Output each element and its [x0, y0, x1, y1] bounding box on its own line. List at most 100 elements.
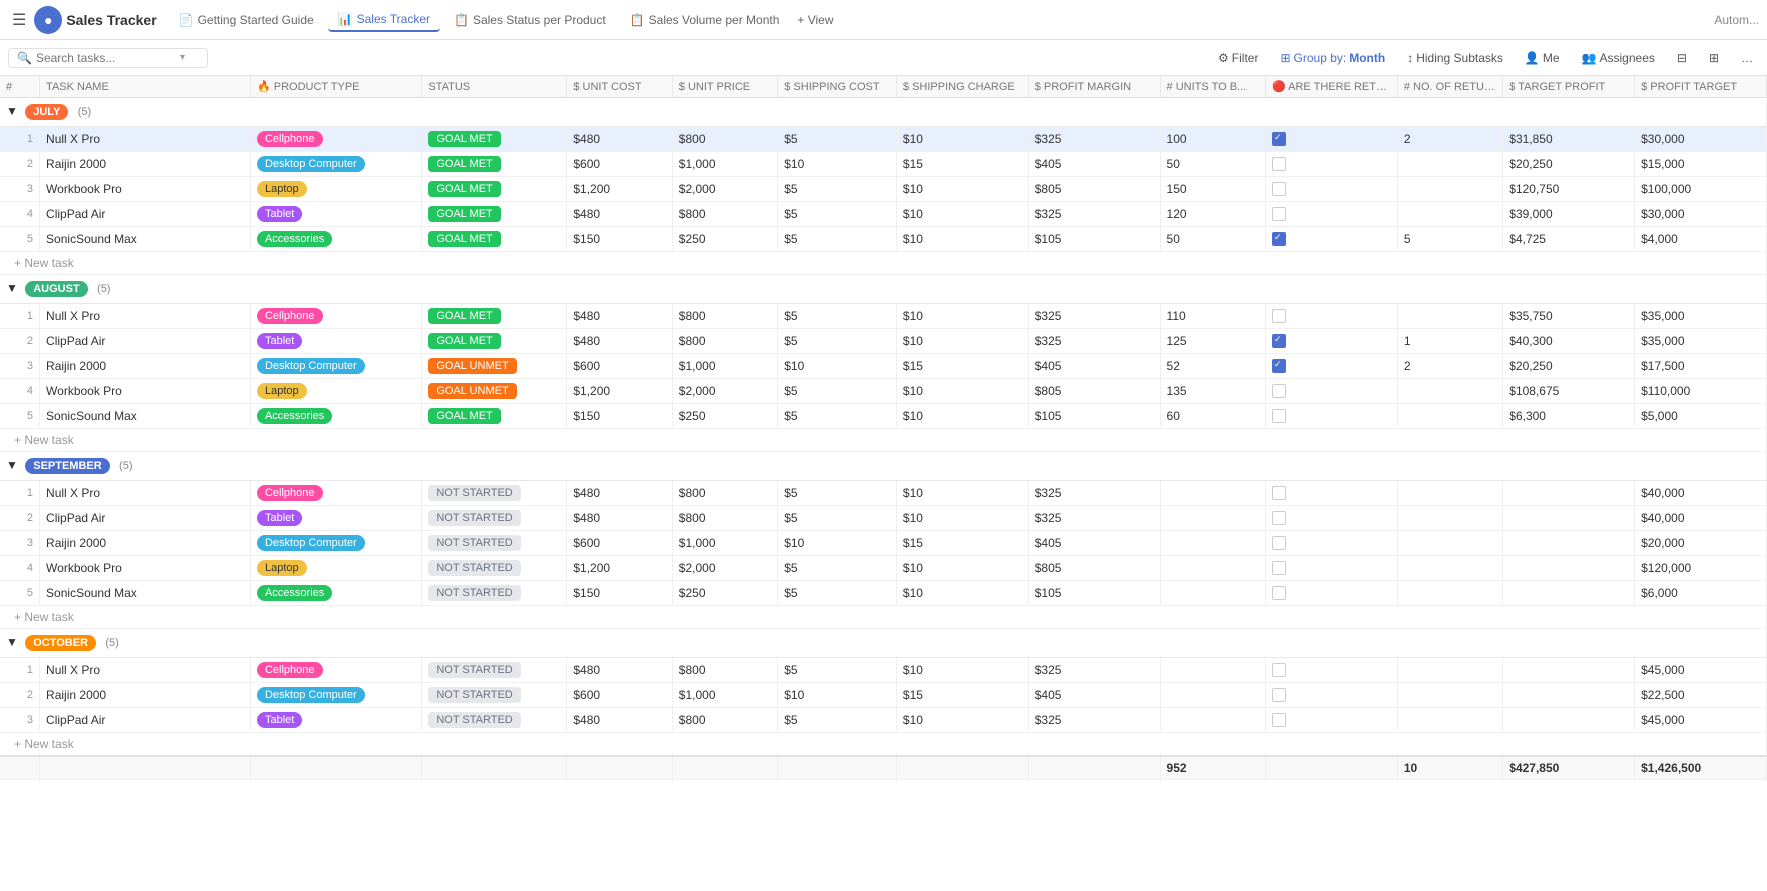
collapse-icon[interactable]: ▼	[6, 104, 18, 118]
returns-checkbox[interactable]	[1272, 713, 1286, 727]
returns-checkbox[interactable]	[1272, 157, 1286, 171]
me-button[interactable]: 👤 Me	[1519, 49, 1566, 67]
collapse-icon[interactable]: ▼	[6, 458, 18, 472]
product-badge: Cellphone	[257, 485, 323, 501]
returns-cell[interactable]	[1266, 531, 1398, 556]
new-task-button[interactable]: + New task	[6, 733, 82, 755]
unit-price: $800	[672, 202, 777, 227]
footer-units: 952	[1160, 756, 1265, 780]
unit-cost: $480	[567, 202, 672, 227]
returns-cell[interactable]	[1266, 354, 1398, 379]
returns-checkbox[interactable]	[1272, 663, 1286, 677]
task-name: Null X Pro	[40, 304, 251, 329]
num-returns	[1397, 304, 1502, 329]
col-header-product: 🔥 PRODUCT TYPE	[250, 76, 421, 98]
filter-button[interactable]: ⚙ Filter	[1212, 49, 1264, 67]
collapse-icon[interactable]: ▼	[6, 635, 18, 649]
columns-button[interactable]: ⊟	[1671, 49, 1693, 67]
returns-checkbox[interactable]	[1272, 561, 1286, 575]
returns-cell[interactable]	[1266, 556, 1398, 581]
num-returns	[1397, 481, 1502, 506]
product-badge: Tablet	[257, 333, 302, 349]
returns-checkbox[interactable]	[1272, 309, 1286, 323]
returns-checkbox[interactable]	[1272, 688, 1286, 702]
profit-target: $20,000	[1635, 531, 1767, 556]
returns-cell[interactable]	[1266, 152, 1398, 177]
ship-cost: $5	[778, 227, 897, 252]
col-header-status: STATUS	[422, 76, 567, 98]
unit-cost: $480	[567, 658, 672, 683]
returns-cell[interactable]	[1266, 127, 1398, 152]
profit-margin: $105	[1028, 581, 1160, 606]
status-cell: GOAL MET	[422, 404, 567, 429]
returns-checkbox[interactable]	[1272, 132, 1286, 146]
returns-cell[interactable]	[1266, 481, 1398, 506]
returns-checkbox[interactable]	[1272, 334, 1286, 348]
tab-sales-volume[interactable]: 📋 Sales Volume per Month	[620, 9, 790, 31]
product-type-cell: Cellphone	[250, 127, 421, 152]
returns-checkbox[interactable]	[1272, 511, 1286, 525]
profit-margin: $805	[1028, 177, 1160, 202]
status-badge: GOAL UNMET	[428, 383, 516, 399]
returns-checkbox[interactable]	[1272, 182, 1286, 196]
product-type-cell: Laptop	[250, 177, 421, 202]
group-header-july: ▼ JULY (5)	[0, 98, 1767, 127]
layout-button[interactable]: ⊞	[1703, 49, 1725, 67]
returns-checkbox[interactable]	[1272, 384, 1286, 398]
returns-checkbox[interactable]	[1272, 536, 1286, 550]
returns-checkbox[interactable]	[1272, 586, 1286, 600]
search-box[interactable]: 🔍 ▾	[8, 48, 208, 68]
returns-cell[interactable]	[1266, 329, 1398, 354]
tab-getting-started[interactable]: 📄 Getting Started Guide	[169, 9, 324, 31]
returns-cell[interactable]	[1266, 227, 1398, 252]
returns-cell[interactable]	[1266, 708, 1398, 733]
returns-cell[interactable]	[1266, 581, 1398, 606]
new-task-button[interactable]: + New task	[6, 606, 82, 628]
row-number: 4	[0, 556, 40, 581]
returns-cell[interactable]	[1266, 404, 1398, 429]
returns-cell[interactable]	[1266, 506, 1398, 531]
returns-checkbox[interactable]	[1272, 409, 1286, 423]
unit-price: $1,000	[672, 531, 777, 556]
row-number: 4	[0, 202, 40, 227]
search-input[interactable]	[36, 51, 176, 65]
layout-icon: ⊞	[1709, 51, 1719, 65]
group-by-button[interactable]: ⊞ Group by: Month	[1274, 49, 1391, 67]
collapse-icon[interactable]: ▼	[6, 281, 18, 295]
table-row: 5 SonicSound Max Accessories GOAL MET $1…	[0, 227, 1767, 252]
col-header-ship-cost: $ SHIPPING COST	[778, 76, 897, 98]
profit-target: $30,000	[1635, 127, 1767, 152]
returns-checkbox[interactable]	[1272, 486, 1286, 500]
row-number: 5	[0, 227, 40, 252]
new-task-button[interactable]: + New task	[6, 252, 82, 274]
returns-cell[interactable]	[1266, 379, 1398, 404]
dollar6-icon: $	[1509, 81, 1515, 93]
returns-checkbox[interactable]	[1272, 207, 1286, 221]
returns-cell[interactable]	[1266, 304, 1398, 329]
tab-sales-status[interactable]: 📋 Sales Status per Product	[444, 9, 616, 31]
returns-checkbox[interactable]	[1272, 359, 1286, 373]
more-options-button[interactable]: …	[1735, 49, 1759, 67]
top-nav: ☰ ● Sales Tracker 📄 Getting Started Guid…	[0, 0, 1767, 40]
col-header-ship-charge: $ SHIPPING CHARGE	[896, 76, 1028, 98]
ship-charge: $15	[896, 683, 1028, 708]
status-cell: NOT STARTED	[422, 708, 567, 733]
returns-cell[interactable]	[1266, 683, 1398, 708]
add-view-button[interactable]: + View	[797, 13, 833, 27]
ship-cost: $10	[778, 683, 897, 708]
returns-checkbox[interactable]	[1272, 232, 1286, 246]
status-badge: GOAL MET	[428, 231, 500, 247]
tab-sales-tracker[interactable]: 📊 Sales Tracker	[328, 8, 440, 32]
ship-cost: $5	[778, 708, 897, 733]
unit-price: $800	[672, 481, 777, 506]
unit-cost: $600	[567, 683, 672, 708]
hamburger-menu[interactable]: ☰	[8, 6, 30, 34]
assignees-button[interactable]: 👥 Assignees	[1576, 49, 1661, 67]
new-task-button[interactable]: + New task	[6, 429, 82, 451]
returns-cell[interactable]	[1266, 202, 1398, 227]
hiding-subtasks-button[interactable]: ↕ Hiding Subtasks	[1401, 49, 1509, 67]
group-count: (5)	[97, 283, 110, 295]
profit-target: $35,000	[1635, 304, 1767, 329]
returns-cell[interactable]	[1266, 658, 1398, 683]
returns-cell[interactable]	[1266, 177, 1398, 202]
